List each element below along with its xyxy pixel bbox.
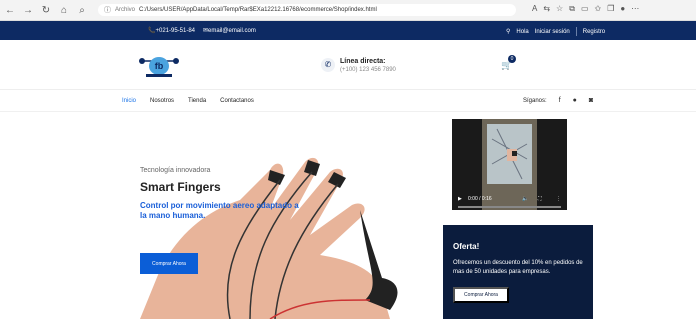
volume-icon[interactable]: 🔈	[522, 196, 528, 202]
divider	[0, 89, 696, 90]
menu-item-inicio[interactable]: Inicio	[122, 98, 136, 104]
read-aloud-icon[interactable]: A	[532, 4, 537, 14]
more-icon[interactable]: ⋯	[631, 4, 639, 14]
hero-description: Control por movimiento aereo adaptado a …	[140, 201, 299, 220]
social-links: Síganos: f ● ◙	[523, 97, 593, 104]
profile-icon[interactable]: ●	[620, 4, 625, 14]
hero-image	[140, 157, 398, 319]
login-link[interactable]: Iniciar sesión	[535, 29, 570, 35]
divider	[0, 111, 696, 112]
register-link[interactable]: Registro	[583, 29, 605, 35]
favorites-icon[interactable]: ✩	[595, 4, 602, 14]
back-icon[interactable]: ←	[2, 5, 18, 16]
hotline-title: Línea directa:	[340, 58, 386, 65]
menu-item-tienda[interactable]: Tienda	[188, 98, 206, 104]
main-menu: Inicio Nosotros Tienda Contactanos	[122, 98, 254, 104]
split-screen-icon[interactable]: ▭	[581, 4, 589, 14]
hotline: Línea directa: (+100) 123 456 7890	[340, 58, 396, 73]
video-controls: ▶ 0:00 / 0:16 🔈 ⛶ ⋮	[452, 190, 567, 210]
svg-text:fb: fb	[155, 61, 164, 71]
offer-card: Oferta! Ofrecemos un descuento del 10% e…	[443, 225, 593, 319]
facebook-icon[interactable]: f	[559, 97, 561, 104]
address-label: Archivo	[115, 7, 136, 13]
address-url: C:/Users/USER/AppData/Local/Temp/Rar$EXa…	[139, 7, 377, 13]
search-icon[interactable]: ⌕	[74, 5, 90, 16]
home-icon[interactable]: ⌂	[56, 5, 72, 16]
favorite-icon[interactable]: ☆	[556, 4, 563, 14]
hero-title: Smart Fingers	[140, 180, 221, 194]
offer-buy-button[interactable]: Comprar Ahora	[453, 287, 509, 303]
reload-icon[interactable]: ↻	[38, 5, 54, 16]
fullscreen-icon[interactable]: ⛶	[538, 196, 542, 202]
forward-icon[interactable]: →	[20, 5, 36, 16]
browser-toolbar: ← → ↻ ⌂ ⌕ ⓘ Archivo C:/Users/USER/AppDat…	[0, 0, 696, 21]
phone-icon: ✆	[321, 58, 335, 72]
instagram-icon[interactable]: ◙	[589, 97, 593, 104]
video-time: 0:00 / 0:16	[468, 196, 492, 202]
social-label: Síganos:	[523, 97, 547, 104]
menu-item-contactanos[interactable]: Contactanos	[220, 98, 254, 104]
menu-item-nosotros[interactable]: Nosotros	[150, 98, 174, 104]
email-contact[interactable]: ✉email@email.com	[203, 27, 256, 34]
offer-description: Ofrecemos un descuento del 10% en pedido…	[453, 260, 583, 275]
github-icon[interactable]: ●	[573, 97, 577, 104]
offer-title: Oferta!	[453, 242, 480, 251]
logo[interactable]: fb	[136, 53, 182, 79]
hero-subtitle: Tecnología innovadora	[140, 167, 211, 174]
divider	[575, 27, 577, 36]
collections-icon[interactable]: ❐	[607, 4, 614, 14]
info-icon: ⓘ	[104, 7, 111, 14]
hotline-number: (+100) 123 456 7890	[340, 67, 396, 73]
translate-icon[interactable]: ⇆	[543, 4, 550, 14]
top-bar: 📞+021-95-51-84 ✉email@email.com ⚲ Hola I…	[0, 21, 696, 40]
play-icon[interactable]: ▶	[458, 196, 462, 202]
product-video[interactable]: ▶ 0:00 / 0:16 🔈 ⛶ ⋮	[452, 119, 567, 210]
buy-now-button[interactable]: Comprar Ahora	[140, 253, 198, 274]
cart-badge: 0	[508, 55, 516, 63]
video-progress[interactable]	[458, 206, 561, 208]
greeting: Hola	[516, 28, 529, 35]
extensions-icon[interactable]: ⧉	[569, 4, 575, 14]
address-bar[interactable]: ⓘ Archivo C:/Users/USER/AppData/Local/Te…	[98, 4, 516, 16]
more-options-icon[interactable]: ⋮	[556, 196, 561, 202]
phone-contact[interactable]: 📞+021-95-51-84	[148, 27, 195, 34]
user-icon: ⚲	[506, 29, 511, 35]
